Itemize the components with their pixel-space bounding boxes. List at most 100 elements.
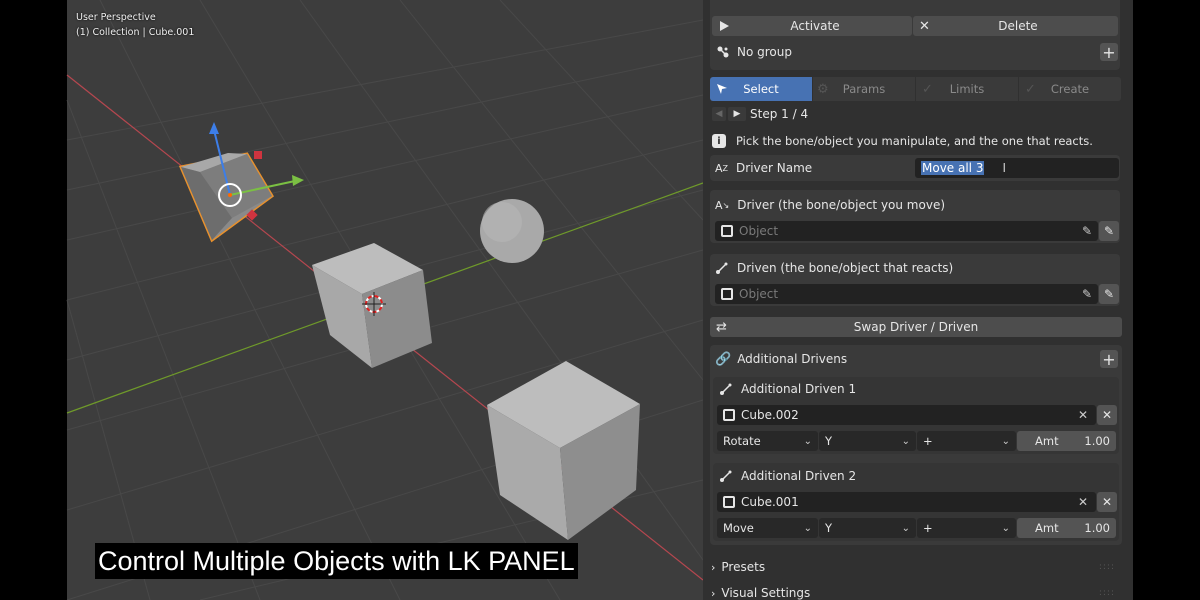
swap-label: Swap Driver / Driven: [853, 320, 979, 334]
driven-label: Driven (the bone/object that reacts): [737, 261, 954, 275]
driver-row: A ↘ Driver (the bone/object you move): [715, 196, 945, 214]
tab-limits-label: Limits: [949, 82, 985, 96]
viewport-scene: [66, 0, 703, 600]
object-icon: [723, 409, 735, 421]
group-icon: [715, 45, 731, 59]
object-icon: [723, 496, 735, 508]
driver-label: Driver (the bone/object you move): [737, 198, 946, 212]
tab-params[interactable]: ⚙ Params: [813, 77, 915, 101]
eyedropper-icon: ✎: [1103, 287, 1115, 301]
driver-name-label: Driver Name: [736, 161, 813, 175]
driven-2-mode-select[interactable]: Move ⌄: [717, 518, 818, 538]
plus-icon: +: [1102, 42, 1116, 62]
letterbox-right: [1133, 0, 1200, 600]
tab-create-label: Create: [1050, 82, 1090, 96]
driven-object-placeholder: Object: [739, 287, 779, 301]
tab-limits[interactable]: ✓ Limits: [916, 77, 1018, 101]
visual-settings-label: Visual Settings: [721, 586, 811, 600]
activate-button[interactable]: Activate: [712, 16, 912, 36]
remove-driven-2-button[interactable]: ✕: [1097, 492, 1117, 512]
driven-1-axis-select[interactable]: Y ⌄: [819, 431, 916, 451]
eyedropper-icon[interactable]: ✎: [1082, 287, 1092, 301]
eyedropper-icon: ✎: [1103, 224, 1115, 238]
swap-icon: ⇄: [716, 319, 727, 335]
driven-object-field[interactable]: Object ✎: [715, 284, 1098, 304]
driven-eyedropper-button[interactable]: ✎: [1099, 284, 1119, 304]
3d-viewport[interactable]: User Perspective (1) Collection | Cube.0…: [0, 0, 703, 600]
driven-1-amt-field[interactable]: Amt 1.00: [1017, 431, 1116, 451]
remove-driven-1-button[interactable]: ✕: [1097, 405, 1117, 425]
info-row: i Pick the bone/object you manipulate, a…: [712, 132, 1093, 150]
step-prev-button[interactable]: ◀: [712, 107, 726, 121]
drag-handle-icon[interactable]: ::::: [1099, 562, 1115, 572]
driven-1-amt-label: Amt: [1035, 434, 1059, 448]
driven-1-amt-value: 1.00: [1084, 434, 1110, 448]
additional-driven-1-title: Additional Driven 1: [741, 382, 857, 396]
bone-icon: [719, 469, 733, 483]
driven-2-mode-value: Move: [723, 521, 754, 535]
presets-panel-header[interactable]: › Presets ::::: [711, 559, 1131, 575]
bone-icon: [715, 261, 729, 275]
properties-panel: Activate ✕ Delete No group + Select ⚙ Pa…: [703, 0, 1133, 600]
group-row: No group: [715, 43, 792, 61]
tab-select-label: Select: [743, 82, 779, 96]
additional-drivens-row: 🔗 Additional Drivens: [715, 350, 847, 368]
info-icon: i: [712, 134, 726, 148]
tab-select[interactable]: Select: [710, 77, 812, 101]
tab-params-label: Params: [842, 82, 886, 96]
additional-driven-2-object-field[interactable]: Cube.001 ✕: [717, 492, 1096, 512]
clear-icon[interactable]: ✕: [1078, 495, 1088, 509]
step-next-button[interactable]: ▶: [728, 107, 746, 121]
driven-2-sign-value: +: [923, 521, 933, 535]
chevron-down-icon: ⌄: [1001, 522, 1010, 534]
presets-label: Presets: [721, 560, 766, 574]
driven-2-axis-select[interactable]: Y ⌄: [819, 518, 916, 538]
check-icon: ✓: [922, 81, 933, 97]
clear-icon[interactable]: ✕: [1078, 408, 1088, 422]
driven-2-amt-field[interactable]: Amt 1.00: [1017, 518, 1116, 538]
visual-settings-panel-header[interactable]: › Visual Settings ::::: [711, 585, 1131, 600]
chevron-down-icon: ⌄: [901, 435, 910, 447]
object-icon: [721, 225, 733, 237]
driver-name-row: AZ Driver Name: [715, 159, 812, 177]
driven-1-axis-value: Y: [825, 434, 833, 448]
add-group-button[interactable]: +: [1100, 42, 1118, 62]
driven-1-mode-select[interactable]: Rotate ⌄: [717, 431, 818, 451]
group-label: No group: [737, 45, 792, 59]
add-driven-button[interactable]: +: [1100, 350, 1118, 369]
driver-eyedropper-button[interactable]: ✎: [1099, 221, 1119, 241]
text-cursor-icon: I: [1002, 161, 1007, 175]
driver-object-field[interactable]: Object ✎: [715, 221, 1098, 241]
view-perspective-label: User Perspective: [76, 12, 156, 23]
additional-drivens-label: Additional Drivens: [737, 352, 848, 366]
additional-driven-1-object-field[interactable]: Cube.002 ✕: [717, 405, 1096, 425]
activate-label: Activate: [790, 19, 840, 33]
drag-handle-icon[interactable]: ::::: [1099, 588, 1115, 598]
driven-1-sign-value: +: [923, 434, 933, 448]
step-label: Step 1 / 4: [750, 107, 809, 121]
driver-object-placeholder: Object: [739, 224, 779, 238]
driven-2-amt-value: 1.00: [1084, 521, 1110, 535]
cube-middle[interactable]: [312, 243, 432, 368]
check-icon: ✓: [1025, 81, 1036, 97]
object-icon: [721, 288, 733, 300]
additional-driven-2-header: Additional Driven 2: [719, 467, 856, 485]
driven-1-sign-select[interactable]: + ⌄: [917, 431, 1016, 451]
driven-2-sign-select[interactable]: + ⌄: [917, 518, 1016, 538]
chevron-right-icon: ›: [711, 586, 716, 600]
info-text: Pick the bone/object you manipulate, and…: [736, 134, 1093, 148]
cursor-icon: [716, 83, 728, 95]
cube-front[interactable]: [487, 361, 640, 540]
additional-driven-2-object: Cube.001: [741, 495, 799, 509]
driver-icon: A ↘: [715, 198, 730, 212]
additional-driven-1-header: Additional Driven 1: [719, 380, 856, 398]
delete-label: Delete: [998, 19, 1038, 33]
driven-2-axis-value: Y: [825, 521, 833, 535]
swap-button[interactable]: ⇄ Swap Driver / Driven: [710, 317, 1122, 337]
eyedropper-icon[interactable]: ✎: [1082, 224, 1092, 238]
delete-button[interactable]: ✕ Delete: [913, 16, 1118, 36]
video-caption: Control Multiple Objects with LK PANEL: [95, 543, 578, 579]
close-icon: ✕: [1101, 495, 1113, 509]
driver-name-input[interactable]: Move all 3 I: [915, 158, 1119, 178]
tab-create[interactable]: ✓ Create: [1019, 77, 1121, 101]
